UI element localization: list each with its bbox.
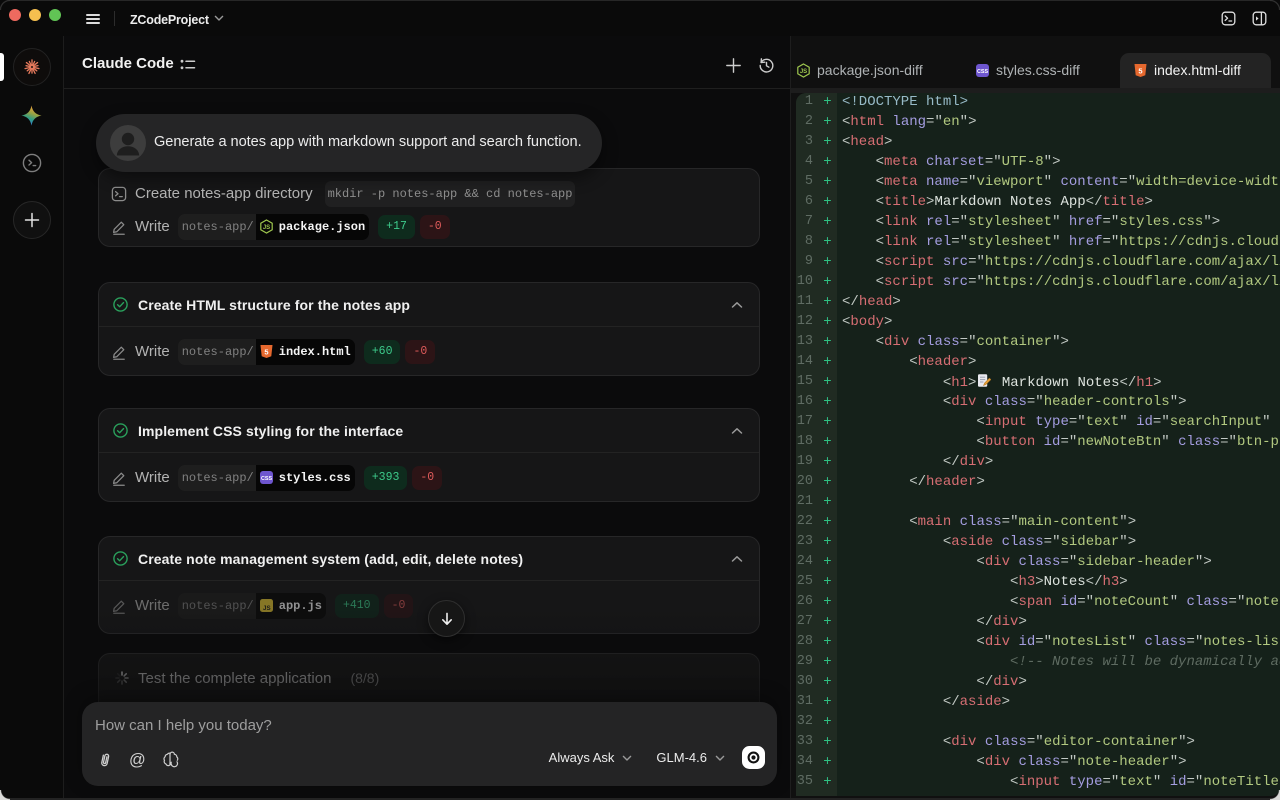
svg-text:5: 5 — [1138, 66, 1142, 75]
svg-text:JS: JS — [263, 605, 271, 612]
svg-text:JS: JS — [800, 69, 807, 75]
svg-text:CSS: CSS — [261, 476, 272, 482]
svg-text:5: 5 — [264, 347, 268, 356]
svg-text:JS: JS — [263, 225, 270, 231]
svg-text:CSS: CSS — [977, 69, 988, 75]
